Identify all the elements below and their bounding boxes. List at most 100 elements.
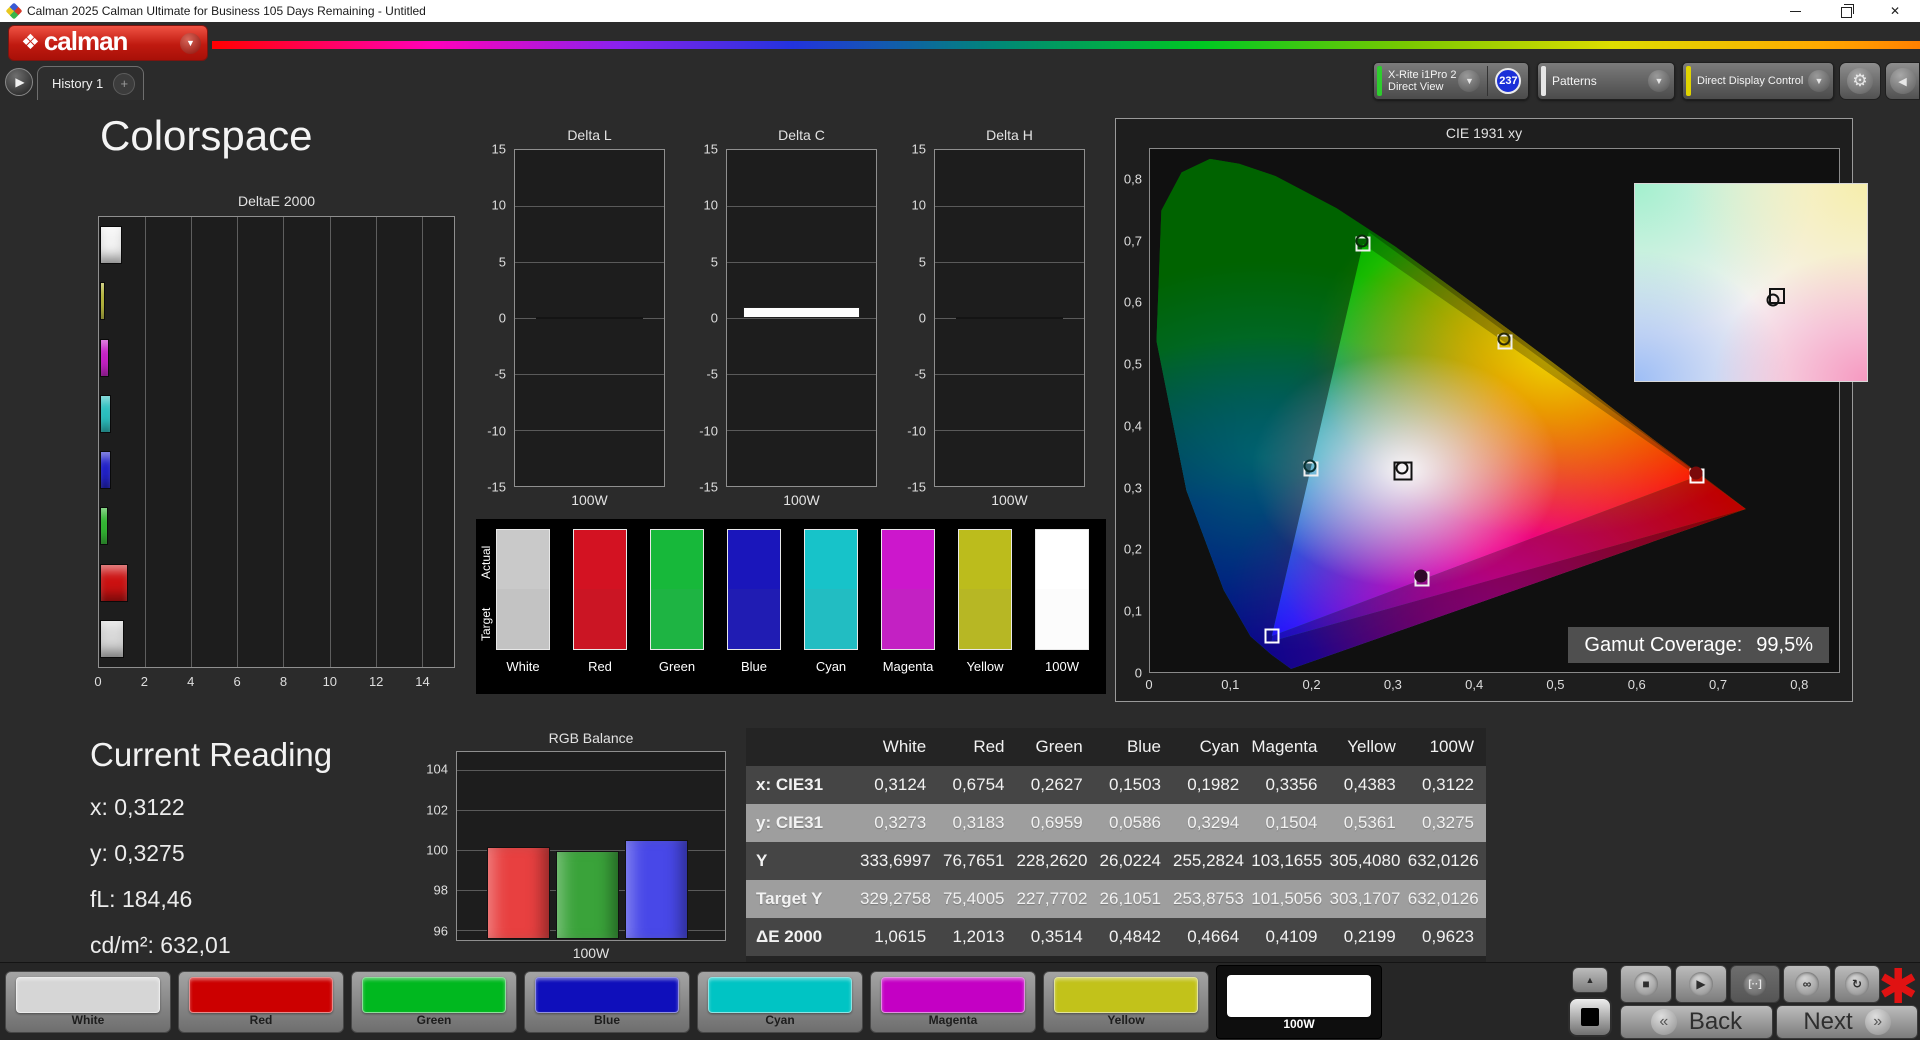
delta-c-chart: Delta C 15 10 5 0 -5 -10 -15 100W (686, 127, 877, 529)
rgb-bar-green (556, 851, 619, 939)
pattern-swatch (189, 977, 333, 1013)
axis-tick-label: 5 (918, 254, 926, 270)
patterns-dropdown[interactable]: Patterns ▼ (1537, 62, 1675, 100)
deltae-chart-title: DeltaE 2000 (237, 193, 316, 209)
restore-button[interactable] (1820, 0, 1870, 22)
gridline (935, 206, 1084, 207)
white-point-inset (1634, 183, 1868, 382)
table-cell: 0,6754 (952, 775, 1005, 794)
measured-circle (1766, 293, 1780, 307)
pattern-button-blue[interactable]: Blue (524, 971, 690, 1033)
delta-l-plot-area (514, 149, 665, 487)
axis-tick-label: 0 (498, 310, 506, 326)
play-icon: ▶ (15, 75, 25, 89)
axis-tick-label: 14 (415, 674, 430, 689)
delta-bar (743, 306, 860, 318)
cie-y-axis: 0 0,1 0,2 0,3 0,4 0,5 0,6 0,7 0,8 (1116, 148, 1146, 680)
gridline (515, 430, 664, 431)
measure-window-button[interactable]: [··] (1730, 965, 1780, 1003)
table-cell: 0,3275 (1422, 813, 1474, 832)
stop-button[interactable]: ■ (1620, 965, 1672, 1003)
logo-menu-chevron[interactable]: ▼ (180, 32, 201, 54)
current-reading-cdm2: cd/m²: 632,01 (90, 932, 231, 958)
continuous-measure-button[interactable]: ∞ (1783, 965, 1831, 1003)
close-button[interactable]: ✕ (1870, 0, 1920, 22)
next-button[interactable]: Next » (1776, 1005, 1918, 1039)
back-button[interactable]: « Back (1620, 1005, 1773, 1039)
axis-tick-label: 100 (426, 842, 448, 858)
axis-tick-label: 0 (710, 310, 718, 326)
pattern-button-green[interactable]: Green (351, 971, 517, 1033)
delta-l-y-axis: 15 10 5 0 -5 -10 -15 (474, 142, 510, 495)
gridline (375, 217, 377, 667)
swatch-label: 100W (1045, 659, 1079, 674)
next-label: Next (1803, 1008, 1853, 1035)
gridline (191, 217, 193, 667)
table-row: Target Y 329,2758 75,4005 227,7702 26,1051 25… (746, 880, 1486, 918)
collapse-panel-button[interactable]: ◀ (1885, 62, 1920, 100)
gridline (727, 262, 876, 263)
meter-chevron-button[interactable]: ▼ (1458, 70, 1481, 92)
deltae-bar-blue (100, 451, 112, 489)
meter-count-badge[interactable]: 237 (1495, 68, 1522, 94)
measured-circle (1355, 234, 1369, 248)
pattern-button-red[interactable]: Red (178, 971, 344, 1033)
row-label: Target Y (756, 889, 823, 908)
display-control-chevron-button[interactable]: ▼ (1808, 70, 1830, 92)
deltae-chart: 0 2 4 6 8 10 12 14 (94, 216, 455, 689)
delta-h-chart: Delta H 15 10 5 0 -5 -10 -15 100W (894, 127, 1085, 529)
axis-tick-label: 0,3 (1123, 480, 1142, 496)
axis-tick-label: 12 (368, 674, 384, 689)
gear-icon: ⚙ (1847, 68, 1873, 94)
rgb-balance-title: RGB Balance (548, 730, 634, 746)
axis-tick-label: -15 (907, 479, 926, 495)
back-label: Back (1688, 1008, 1743, 1035)
pattern-button-white[interactable]: White (5, 971, 171, 1033)
delta-zero-bar (955, 317, 1064, 319)
target-swatch (958, 589, 1012, 650)
add-tab-button[interactable]: + (113, 72, 136, 95)
pattern-button-100w[interactable]: 100W (1216, 965, 1382, 1039)
collapse-bar-button[interactable]: ▲ (1572, 967, 1608, 993)
pattern-label: Blue (593, 1013, 620, 1027)
pattern-swatch (362, 977, 506, 1013)
play-button[interactable]: ▶ (1675, 965, 1727, 1003)
minimize-button[interactable] (1770, 0, 1820, 22)
axis-tick-label: 0,2 (1302, 677, 1321, 692)
calman-logo-button[interactable]: ❖ calman ▼ (8, 25, 208, 61)
axis-tick-label: -15 (487, 479, 506, 495)
display-control-dropdown[interactable]: Direct Display Control ▼ (1682, 62, 1834, 100)
axis-tick-label: 15 (703, 141, 718, 157)
display-pattern-button[interactable] (1568, 997, 1612, 1037)
pattern-button-yellow[interactable]: Yellow (1043, 971, 1209, 1033)
axis-tick-label: 96 (433, 923, 448, 939)
table-cell: 227,7702 (1016, 889, 1088, 908)
target-swatch (573, 589, 627, 650)
table-row: x: CIE31 0,3124 0,6754 0,2627 0,1503 0,1982 0,… (746, 766, 1486, 804)
chevron-down-icon: ▼ (1814, 76, 1824, 86)
refresh-button[interactable]: ↻ (1834, 965, 1880, 1003)
swatch-label: White (506, 659, 540, 674)
swatch-red: Red (573, 529, 627, 689)
current-reading-x: x: 0,3122 (90, 794, 185, 820)
pattern-button-cyan[interactable]: Cyan (697, 971, 863, 1033)
pattern-button-magenta[interactable]: Magenta (870, 971, 1036, 1033)
deltae-bar-green (100, 507, 109, 546)
table-cell: 0,5361 (1343, 813, 1396, 832)
delta-c-title: Delta C (778, 127, 825, 143)
axis-tick-label: -5 (494, 366, 506, 382)
meter-dropdown[interactable]: X-Rite i1Pro 2 Direct View ▼ 237 (1373, 62, 1529, 100)
axis-tick-label: 0,2 (1123, 541, 1142, 557)
settings-button[interactable]: ⚙ (1839, 62, 1881, 100)
delta-zero-bar (535, 317, 644, 319)
swatch-blue: Blue (727, 529, 781, 689)
rgb-balance-chart: RGB Balance 104 102 100 98 96 100W (416, 730, 730, 981)
tab-history-1[interactable]: History 1 + (37, 66, 145, 100)
current-reading-y: y: 0,3275 (90, 840, 185, 866)
chevron-down-icon: ▼ (1465, 76, 1474, 86)
sidebar-expand-button[interactable]: ▶ (5, 68, 33, 96)
deltae-plot-area (98, 216, 455, 668)
patterns-chevron-button[interactable]: ▼ (1648, 70, 1670, 92)
axis-tick-label: 5 (498, 254, 506, 270)
current-reading-fl: fL: 184,46 (90, 886, 193, 912)
